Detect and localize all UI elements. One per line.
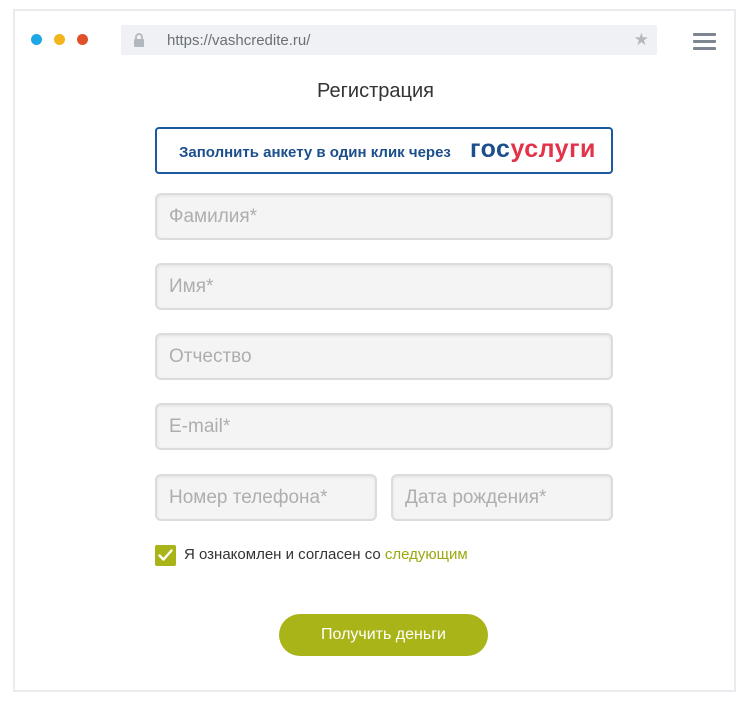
last-name-field-wrapper <box>155 193 613 240</box>
lock-icon <box>134 33 144 47</box>
address-bar[interactable]: https://vashcredite.ru/ ★ <box>121 25 657 55</box>
agreement-checkbox[interactable] <box>155 545 176 566</box>
email-field-wrapper <box>155 403 613 450</box>
first-name-field-wrapper <box>155 263 613 310</box>
url-text: https://vashcredite.ru/ <box>167 32 311 49</box>
first-name-input[interactable] <box>157 265 611 308</box>
last-name-input[interactable] <box>157 195 611 238</box>
gosuslugi-button[interactable]: Заполнить анкету в один клик через госус… <box>155 127 613 174</box>
patronymic-input[interactable] <box>157 335 611 378</box>
hamburger-menu-icon[interactable] <box>693 33 716 50</box>
agreement-label: Я ознакомлен и согласен со <box>184 546 381 563</box>
window-dot-red[interactable] <box>77 34 88 45</box>
agreement-link[interactable]: следующим <box>385 546 468 563</box>
page-title: Регистрация <box>317 80 434 102</box>
phone-input[interactable] <box>157 476 375 519</box>
checkmark-icon <box>158 549 173 561</box>
agreement-text: Я ознакомлен и согласен со следующим <box>184 546 468 563</box>
window-dot-blue[interactable] <box>31 34 42 45</box>
star-icon[interactable]: ★ <box>634 30 649 50</box>
gosuslugi-logo-part1: гос <box>470 135 511 163</box>
gosuslugi-logo-part2: услуги <box>510 135 596 163</box>
email-input[interactable] <box>157 405 611 448</box>
get-money-button[interactable]: Получить деньги <box>279 614 488 656</box>
phone-field-wrapper <box>155 474 377 521</box>
gosuslugi-label: Заполнить анкету в один клик через <box>179 144 451 161</box>
window-dot-yellow[interactable] <box>54 34 65 45</box>
birth-date-input[interactable] <box>393 476 611 519</box>
birth-date-field-wrapper <box>391 474 613 521</box>
gosuslugi-logo: госуслуги <box>470 135 596 164</box>
patronymic-field-wrapper <box>155 333 613 380</box>
